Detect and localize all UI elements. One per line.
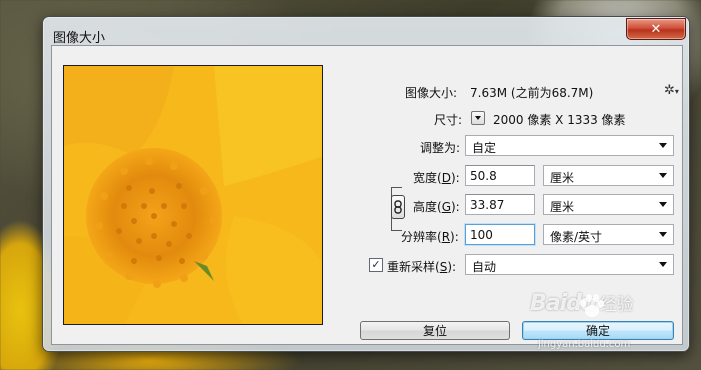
dimensions-dropdown[interactable]: [471, 111, 485, 125]
image-preview[interactable]: [63, 65, 323, 325]
height-unit-select[interactable]: 厘米: [543, 194, 674, 215]
resample-label: 重新采样(S):: [387, 260, 457, 274]
fit-to-label: 调整为:: [420, 141, 461, 155]
width-unit-value: 厘米: [550, 171, 575, 185]
height-unit-value: 厘米: [550, 200, 575, 214]
height-label: 高度(G):: [413, 200, 460, 214]
dialog-title: 图像大小: [53, 31, 106, 46]
dimensions-value: 2000 像素 X 1333 像素: [493, 113, 626, 127]
ok-button[interactable]: 确定: [522, 321, 674, 340]
chevron-down-icon: [659, 173, 667, 178]
flower-thumbnail: [64, 66, 322, 324]
resample-select[interactable]: 自动: [465, 254, 674, 275]
chain-glyph: [394, 200, 402, 214]
chevron-down-icon: [659, 232, 667, 237]
link-icon[interactable]: [391, 195, 405, 219]
chevron-down-icon: [659, 202, 667, 207]
gear-icon[interactable]: ✲▾: [664, 83, 679, 98]
resolution-input[interactable]: 100: [465, 224, 535, 245]
chevron-down-icon: [659, 143, 667, 148]
height-input[interactable]: 33.87: [465, 194, 535, 215]
width-unit-select[interactable]: 厘米: [543, 165, 674, 186]
resolution-label: 分辨率(R):: [401, 230, 459, 244]
close-button[interactable]: ✕: [626, 18, 686, 40]
width-label: 宽度(D):: [413, 171, 460, 185]
chevron-down-icon: [659, 262, 667, 267]
resample-value: 自动: [472, 260, 497, 274]
fit-to-select[interactable]: 自定: [465, 135, 674, 156]
image-size-value: 7.63M (之前为68.7M): [470, 86, 594, 100]
resample-checkbox[interactable]: ✓: [369, 258, 383, 272]
watermark-url: jingyan.baidu.com: [538, 339, 631, 350]
fit-to-value: 自定: [472, 141, 497, 155]
reset-button[interactable]: 复位: [360, 321, 510, 340]
close-icon: ✕: [650, 21, 662, 37]
resolution-unit-value: 像素/英寸: [550, 230, 603, 244]
dimensions-label: 尺寸:: [434, 113, 463, 127]
resolution-unit-select[interactable]: 像素/英寸: [543, 224, 674, 245]
image-size-label: 图像大小:: [405, 86, 458, 100]
paw-logo-icon: [580, 294, 604, 317]
width-input[interactable]: 50.8: [465, 165, 535, 186]
